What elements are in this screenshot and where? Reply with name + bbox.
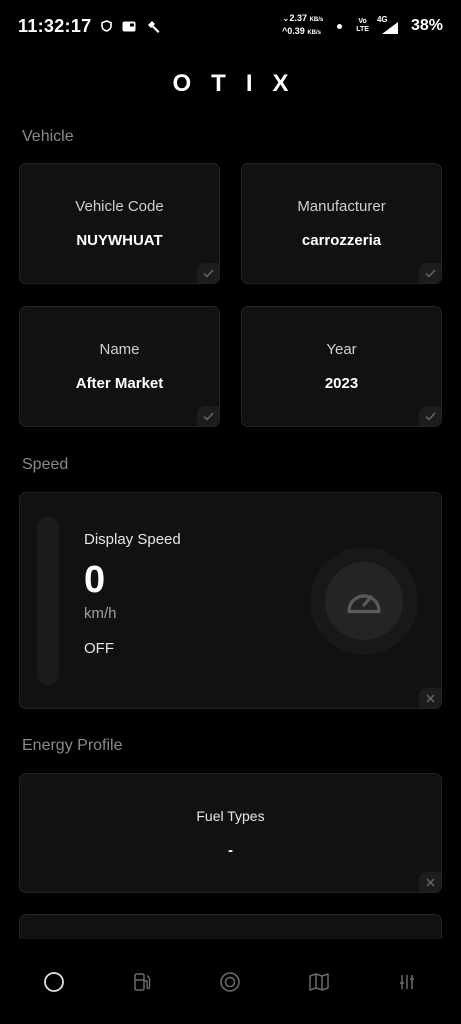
down-arrow-icon: ⌄ — [282, 13, 290, 23]
check-icon — [203, 269, 214, 278]
speed-state: OFF — [84, 640, 114, 657]
map-icon — [308, 972, 329, 991]
hammer-icon — [148, 21, 160, 33]
check-badge — [197, 263, 219, 283]
fuel-types-value: - — [228, 842, 233, 859]
speed-gauge[interactable] — [310, 547, 418, 655]
card-value: carrozzeria — [301, 232, 382, 249]
fuel-pump-icon — [134, 972, 151, 991]
volte-top: Vo — [358, 18, 367, 25]
card-icon — [122, 21, 136, 31]
speed-value: 0 — [84, 559, 106, 601]
close-badge[interactable] — [419, 688, 441, 708]
notification-dot — [337, 23, 343, 29]
check-badge — [419, 406, 441, 426]
manufacturer-card[interactable]: Manufacturer carrozzeria — [241, 163, 442, 284]
card-label: Manufacturer — [297, 198, 386, 215]
display-speed-card[interactable]: Display Speed 0 km/h OFF — [19, 492, 442, 709]
section-title-energy: Energy Profile — [22, 737, 123, 754]
volte-bottom: LTE — [356, 26, 369, 33]
nav-home[interactable] — [34, 962, 74, 1002]
status-bar: 11:32:17 ⌄2.37 KB/s ^0.39 KB/s Vo LTE 4G… — [0, 0, 461, 52]
speed-label: Display Speed — [84, 531, 181, 548]
status-time: 11:32:17 — [18, 15, 92, 36]
check-icon — [425, 269, 436, 278]
nav-settings[interactable] — [387, 962, 427, 1002]
status-right: ⌄2.37 KB/s ^0.39 KB/s Vo LTE 4G 38% — [282, 13, 443, 39]
brand-logo: OTIX — [172, 70, 309, 97]
speedometer-icon — [347, 594, 381, 614]
section-title-vehicle: Vehicle — [22, 128, 74, 145]
card-value: After Market — [75, 375, 164, 392]
net-down: 2.37 — [289, 13, 308, 23]
name-card[interactable]: Name After Market — [19, 306, 220, 427]
signal-icon — [381, 22, 398, 34]
battery-level: 38% — [410, 17, 443, 34]
close-icon — [426, 694, 434, 702]
check-icon — [203, 412, 214, 421]
speed-unit: km/h — [84, 605, 117, 622]
signal-indicator: 4G — [377, 15, 399, 35]
card-value: 2023 — [324, 375, 359, 392]
card-label: Year — [326, 341, 357, 358]
check-badge — [197, 406, 219, 426]
nav-target[interactable] — [210, 962, 250, 1002]
volte-indicator: Vo LTE — [356, 18, 369, 34]
year-card[interactable]: Year 2023 — [241, 306, 442, 427]
fuel-types-label: Fuel Types — [196, 808, 265, 824]
nav-fuel[interactable] — [122, 962, 162, 1002]
target-icon — [220, 971, 241, 992]
shield-icon — [101, 20, 113, 32]
bottom-nav — [0, 939, 461, 1024]
home-circle-icon — [44, 971, 64, 992]
net-unit: KB/s — [309, 17, 324, 23]
fuel-types-card[interactable]: Fuel Types - — [19, 773, 442, 893]
card-label: Vehicle Code — [75, 198, 164, 215]
network-speed: ⌄2.37 KB/s ^0.39 KB/s — [282, 13, 323, 39]
close-icon — [426, 878, 434, 886]
nav-map[interactable] — [299, 962, 339, 1002]
sliders-icon — [399, 974, 414, 989]
card-label: Name — [99, 341, 140, 358]
check-badge — [419, 263, 441, 283]
status-left-icons — [101, 19, 160, 33]
card-value: NUYWHUAT — [76, 232, 163, 249]
net-unit-up: KB/s — [307, 30, 321, 36]
net-up: 0.39 — [287, 26, 305, 36]
speed-gauge-inner — [325, 562, 403, 640]
vehicle-code-card[interactable]: Vehicle Code NUYWHUAT — [19, 163, 220, 284]
speed-level-bar — [37, 517, 59, 685]
check-icon — [425, 412, 436, 421]
close-badge[interactable] — [419, 872, 441, 892]
section-title-speed: Speed — [22, 456, 69, 473]
